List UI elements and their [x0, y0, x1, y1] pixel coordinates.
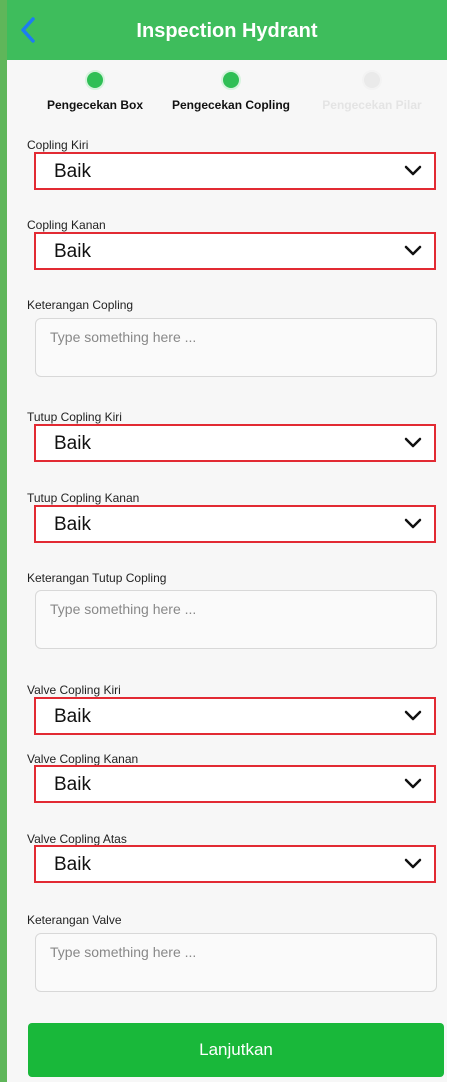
step-pengecekan-box: Pengecekan Box — [25, 70, 165, 112]
valve-copling-kiri-select[interactable]: Baik — [34, 697, 436, 735]
right-border — [447, 0, 454, 1089]
tutup-copling-kanan-select[interactable]: Baik — [34, 505, 436, 543]
page-title: Inspection Hydrant — [136, 20, 318, 42]
copling-kiri-label: Copling Kiri — [27, 138, 89, 152]
keterangan-copling-label: Keterangan Copling — [27, 298, 134, 312]
step-done-dot — [85, 70, 105, 90]
chevron-down-icon — [404, 709, 422, 727]
copling-kanan-select[interactable]: Baik — [34, 232, 436, 270]
bottom-border — [0, 1082, 454, 1089]
keterangan-valve-textarea[interactable]: Type something here ... — [35, 933, 437, 992]
tutup-copling-kiri-label: Tutup Copling Kiri — [27, 410, 122, 424]
select-value: Baik — [54, 514, 91, 535]
keterangan-copling-textarea[interactable]: Type something here ... — [35, 318, 437, 377]
valve-copling-atas-select[interactable]: Baik — [34, 845, 436, 883]
step-pending-dot — [362, 70, 382, 90]
select-value: Baik — [54, 161, 91, 182]
chevron-down-icon — [404, 244, 422, 262]
left-border — [0, 0, 7, 1089]
step-done-dot — [221, 70, 241, 90]
select-value: Baik — [54, 433, 91, 454]
chevron-down-icon — [404, 777, 422, 795]
step-label: Pengecekan Box — [46, 98, 144, 112]
chevron-down-icon — [404, 517, 422, 535]
select-value: Baik — [54, 774, 91, 795]
select-value: Baik — [54, 854, 91, 875]
chevron-down-icon — [404, 857, 422, 875]
valve-copling-kiri-label: Valve Copling Kiri — [27, 683, 121, 697]
copling-kiri-select[interactable]: Baik — [34, 152, 436, 190]
lanjutkan-button[interactable]: Lanjutkan — [28, 1023, 444, 1077]
chevron-down-icon — [404, 436, 422, 454]
step-label: Pengecekan Copling — [171, 98, 291, 112]
app-header: Inspection Hydrant — [7, 0, 447, 60]
select-value: Baik — [54, 706, 91, 727]
tutup-copling-kanan-label: Tutup Copling Kanan — [27, 491, 140, 505]
step-pengecekan-copling: Pengecekan Copling — [161, 70, 301, 112]
step-label: Pengecekan Pilar — [322, 98, 422, 112]
step-pengecekan-pilar: Pengecekan Pilar — [302, 70, 442, 112]
copling-kanan-label: Copling Kanan — [27, 218, 106, 232]
valve-copling-kanan-select[interactable]: Baik — [34, 765, 436, 803]
chevron-down-icon — [404, 164, 422, 182]
keterangan-tutup-copling-label: Keterangan Tutup Copling — [27, 571, 167, 585]
tutup-copling-kiri-select[interactable]: Baik — [34, 424, 436, 462]
keterangan-valve-label: Keterangan Valve — [27, 913, 122, 927]
keterangan-tutup-copling-textarea[interactable]: Type something here ... — [35, 590, 437, 649]
select-value: Baik — [54, 241, 91, 262]
valve-copling-kanan-label: Valve Copling Kanan — [27, 752, 139, 766]
valve-copling-atas-label: Valve Copling Atas — [27, 832, 127, 846]
